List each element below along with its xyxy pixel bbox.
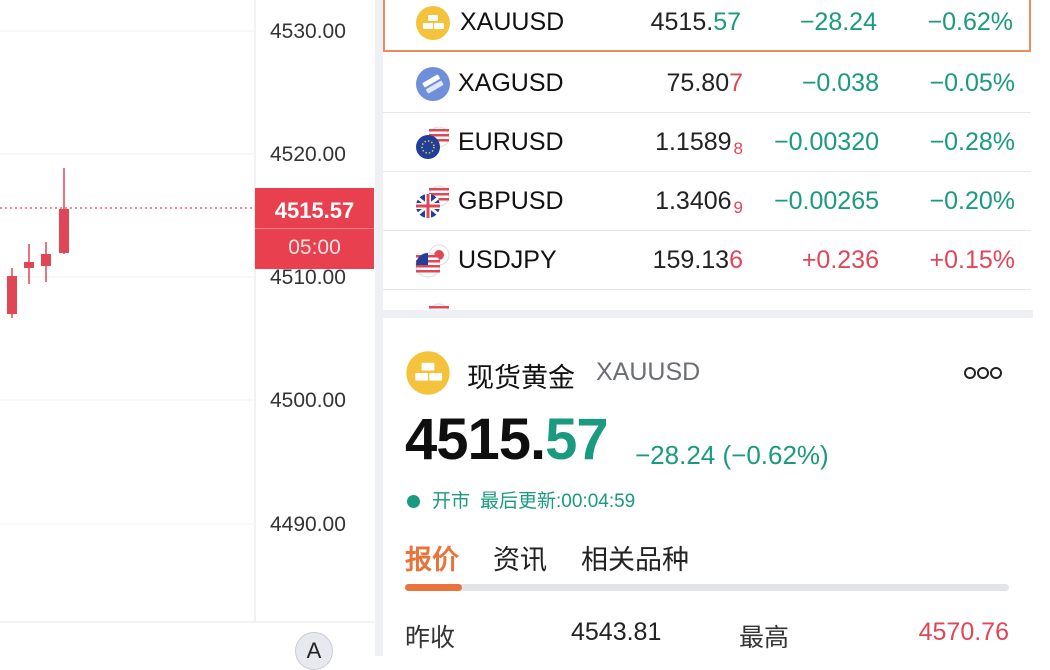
symbol-label: EURUSD xyxy=(458,128,564,156)
active-tab-indicator xyxy=(405,584,462,591)
silver-bar-icon xyxy=(416,67,450,101)
high-value: 4570.76 xyxy=(918,618,1009,646)
watchlist-row-xagusd[interactable]: XAGUSD 75.807 −0.038 −0.05% xyxy=(383,55,1031,113)
watchlist: XAUUSD 4515.57 −28.24 −0.62% XAGUSD 75.8… xyxy=(383,0,1033,310)
candle-3 xyxy=(59,168,69,254)
uk-us-flag-icon xyxy=(416,185,450,218)
current-price-value: 4515.57 xyxy=(274,198,355,223)
change-value: −0.00320 xyxy=(774,128,879,156)
symbol-label: GBPUSD xyxy=(458,187,564,215)
pane-divider[interactable] xyxy=(375,0,383,656)
watchlist-row-gbpusd[interactable]: GBPUSD 1.3406 9 −0.00265 −0.20% xyxy=(383,173,1031,231)
gold-bar-icon xyxy=(406,351,450,395)
watchlist-row-xauusd[interactable]: XAUUSD 4515.57 −28.24 −0.62% xyxy=(383,0,1031,52)
last-price: 1.3406 9 xyxy=(655,187,743,217)
prev-close-value: 4543.81 xyxy=(571,618,662,646)
candle-0 xyxy=(7,268,17,318)
watchlist-row-usdjpy[interactable]: USDJPY 159.136 +0.236 +0.15% xyxy=(383,232,1031,290)
instrument-detail-panel: 现货黄金 XAUUSD 4515.57 −28.24 (−0.62%) 开市 最后… xyxy=(383,318,1033,656)
change-value: −0.038 xyxy=(801,69,879,97)
watchlist-row-eurusd[interactable]: EURUSD 1.1589 8 −0.00320 −0.28% xyxy=(383,114,1031,172)
instrument-symbol: XAUUSD xyxy=(596,358,701,386)
change-percent: −0.05% xyxy=(929,69,1016,97)
symbol-label: XAGUSD xyxy=(458,69,564,97)
us-jp-flag-icon xyxy=(415,244,450,278)
candle-1 xyxy=(24,244,34,284)
tab-news[interactable]: 资讯 xyxy=(493,538,547,577)
change-value: −28.24 xyxy=(799,8,877,36)
status-dot-icon xyxy=(407,495,420,508)
instrument-name: 现货黄金 xyxy=(467,363,575,393)
change-value: −0.00265 xyxy=(774,187,879,215)
y-axis-label-4510: 4510.00 xyxy=(270,266,346,289)
y-axis-label-4490: 4490.00 xyxy=(270,513,346,536)
last-price: 159.136 xyxy=(652,246,743,274)
prev-close-label: 昨收 xyxy=(405,624,456,652)
symbol-label: XAUUSD xyxy=(460,8,565,36)
auto-scale-button[interactable]: A xyxy=(295,632,333,670)
last-update: 最后更新:00:04:59 xyxy=(480,491,636,512)
candle-countdown: 05:00 xyxy=(288,236,341,259)
price-change: −28.24 (−0.62%) xyxy=(635,440,829,470)
change-percent: −0.62% xyxy=(927,8,1014,36)
gold-bar-icon xyxy=(416,6,450,40)
y-axis-label-4520: 4520.00 xyxy=(270,143,346,166)
candlestick-chart[interactable] xyxy=(0,0,375,656)
big-price: 4515.57 xyxy=(405,407,609,472)
y-axis-label-4530: 4530.00 xyxy=(270,20,346,43)
change-percent: +0.15% xyxy=(929,246,1016,274)
tab-related[interactable]: 相关品种 xyxy=(581,538,689,577)
last-price: 4515.57 xyxy=(650,8,741,36)
tab-track xyxy=(405,584,1009,591)
candle-2 xyxy=(41,242,51,282)
panel-separator xyxy=(383,310,1033,318)
change-percent: −0.28% xyxy=(929,128,1016,156)
more-dots-icon[interactable] xyxy=(963,366,1003,380)
current-price-tag: 4515.57 05:00 xyxy=(255,188,374,269)
y-axis-label-4500: 4500.00 xyxy=(270,389,346,412)
symbol-label: USDJPY xyxy=(458,246,557,274)
last-price: 1.1589 8 xyxy=(655,128,743,158)
next-row-flag-icon xyxy=(429,303,449,310)
eu-us-flag-icon xyxy=(416,126,450,159)
price-chart[interactable]: 4530.00 4520.00 4510.00 4500.00 4490.00 … xyxy=(0,0,375,670)
change-percent: −0.20% xyxy=(929,187,1016,215)
high-label: 最高 xyxy=(739,624,790,652)
market-status: 开市 最后更新:00:04:59 xyxy=(407,486,635,513)
change-value: +0.236 xyxy=(801,246,879,274)
tab-quotes[interactable]: 报价 xyxy=(405,538,459,577)
last-price: 75.807 xyxy=(666,69,743,97)
